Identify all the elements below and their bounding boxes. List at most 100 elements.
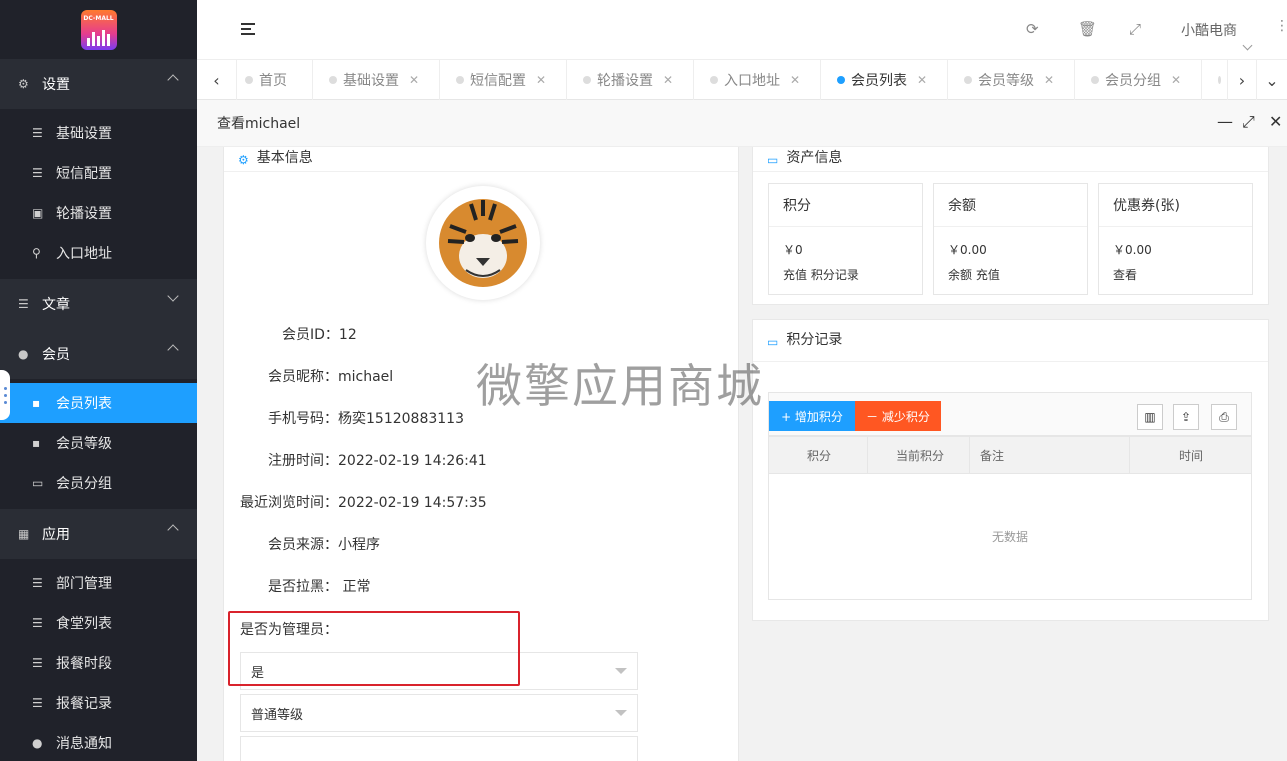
user-name[interactable]: 小酷电商 — [1181, 20, 1237, 40]
list-icon: ☰ — [18, 297, 29, 311]
tab-member-level[interactable]: 会员等级 ✕ — [948, 60, 1075, 100]
sidebar-group-articles[interactable]: ☰ 文章 — [0, 279, 197, 329]
panel-title: 基本信息 — [256, 150, 313, 166]
sidebar-item-departments[interactable]: ☰ 部门管理 — [0, 563, 197, 603]
export-icon[interactable]: ⇪ — [1173, 404, 1199, 430]
level-select[interactable]: 普通等级 — [240, 694, 638, 732]
sidebar-group-apps[interactable]: ▦ 应用 — [0, 509, 197, 559]
list-icon: ☰ — [32, 656, 43, 670]
card-title: 余额 — [934, 184, 1087, 227]
field-source: 会员来源：小程序 — [268, 534, 380, 554]
sidebar-item-member-list[interactable]: ▪ 会员列表 — [0, 383, 197, 423]
close-icon[interactable]: ✕ — [1044, 73, 1054, 87]
close-icon[interactable]: ✕ — [536, 73, 546, 87]
watermark: 微擎应用商城 — [476, 359, 764, 413]
columns-icon[interactable]: ▥ — [1137, 404, 1163, 430]
sidebar-group-label: 文章 — [42, 297, 70, 313]
sidebar-item-label: 部门管理 — [56, 576, 112, 592]
sidebar-item-label: 轮播设置 — [56, 206, 112, 222]
empty-state: 无数据 — [768, 474, 1252, 600]
close-icon[interactable]: ✕ — [917, 73, 927, 87]
refresh-icon[interactable]: ⟳ — [1026, 20, 1039, 38]
tab-overflow[interactable] — [1202, 60, 1227, 100]
sidebar: DC-MALL ⚙ 设置 ☰ 基础设置 ☰ 短信配置 ▣ 轮播设置 ⚲ 入口地址 ☰ 文… — [0, 0, 197, 761]
chevron-up-icon — [167, 524, 179, 536]
close-icon[interactable]: ✕ — [790, 73, 800, 87]
panel-title: 积分记录 — [786, 332, 843, 348]
field-label: 会员昵称： — [268, 369, 338, 385]
panel-header: ▭ 资产信息 — [753, 147, 1268, 172]
list-icon: ☰ — [32, 166, 43, 180]
dialog-body: ⚙ 基本信息 会员ID：12 会员昵称：michael 手机号码：杨奕15120… — [197, 147, 1287, 761]
dropdown-arrow-icon — [615, 668, 627, 674]
print-icon[interactable]: ⎙ — [1211, 404, 1237, 430]
close-icon[interactable]: ✕ — [1269, 112, 1282, 131]
points-card: 积分 ￥0 充值 积分记录 — [768, 183, 923, 295]
sidebar-item-canteens[interactable]: ☰ 食堂列表 — [0, 603, 197, 643]
field-last-visit: 最近浏览时间：2022-02-19 14:57:35 — [240, 492, 487, 512]
tab-member-group[interactable]: 会员分组 ✕ — [1075, 60, 1202, 100]
field-label: 手机号码： — [268, 411, 338, 427]
sidebar-item-notifications[interactable]: ● 消息通知 — [0, 723, 197, 761]
field-label: 会员来源： — [268, 537, 338, 553]
highlight-box — [228, 611, 520, 686]
sidebar-item-member-level[interactable]: ▪ 会员等级 — [0, 423, 197, 463]
close-icon[interactable]: ✕ — [663, 73, 673, 87]
column-header[interactable]: 当前积分 — [896, 437, 944, 473]
sidebar-item-label: 基础设置 — [56, 126, 112, 142]
dialog-title-bar: 查看michael — ⤢ ✕ — [197, 100, 1287, 147]
minimize-icon[interactable]: — — [1217, 112, 1233, 131]
sidebar-item-basic-settings[interactable]: ☰ 基础设置 — [0, 113, 197, 153]
sidebar-group-settings[interactable]: ⚙ 设置 — [0, 59, 197, 109]
sidebar-item-sms-config[interactable]: ☰ 短信配置 — [0, 153, 197, 193]
maximize-icon[interactable]: ⤢ — [1242, 112, 1255, 132]
basic-info-panel: ⚙ 基本信息 会员ID：12 会员昵称：michael 手机号码：杨奕15120… — [223, 147, 739, 761]
tab-sms-config[interactable]: 短信配置 ✕ — [440, 60, 567, 100]
sidebar-item-meal-records[interactable]: ☰ 报餐记录 — [0, 683, 197, 723]
chevron-down-icon[interactable] — [1242, 40, 1253, 51]
tab-basic-settings[interactable]: 基础设置 ✕ — [313, 60, 440, 100]
field-value: 12 — [338, 327, 357, 343]
tab-carousel[interactable]: 轮播设置 ✕ — [567, 60, 694, 100]
panel-header: ⚙ 基本信息 — [224, 147, 738, 172]
reduce-points-button[interactable]: － 减少积分 — [855, 401, 941, 431]
tab-home[interactable]: 首页 — [229, 60, 313, 100]
panel-title: 资产信息 — [786, 150, 843, 166]
menu-toggle-icon[interactable] — [241, 23, 255, 38]
card-value: ￥0 — [783, 243, 803, 257]
tab-scroll-right-icon[interactable]: › — [1227, 60, 1257, 100]
column-header[interactable]: 积分 — [807, 437, 831, 473]
field-value: 2022-02-19 14:57:35 — [338, 495, 487, 511]
sidebar-item-member-group[interactable]: ▭ 会员分组 — [0, 463, 197, 503]
tab-label: 短信配置 — [470, 73, 526, 89]
tab-dropdown-icon[interactable]: ⌄ — [1257, 60, 1287, 100]
sidebar-item-carousel[interactable]: ▣ 轮播设置 — [0, 193, 197, 233]
add-points-button[interactable]: + 增加积分 — [769, 401, 855, 431]
sidebar-group-label: 应用 — [42, 527, 70, 543]
sidebar-item-label: 消息通知 — [56, 736, 112, 752]
field-value: 正常 — [338, 579, 371, 595]
logo[interactable]: DC-MALL — [0, 0, 197, 60]
card-value: ￥0.00 — [948, 243, 987, 257]
card-links[interactable]: 查看 — [1099, 258, 1252, 283]
close-icon[interactable]: ✕ — [409, 73, 419, 87]
sidebar-item-entry-url[interactable]: ⚲ 入口地址 — [0, 233, 197, 273]
tab-member-list[interactable]: 会员列表 ✕ — [821, 60, 948, 100]
assets-panel: ▭ 资产信息 积分 ￥0 充值 积分记录 余额 ￥0.00 余额 充值 优惠券(… — [752, 147, 1269, 305]
column-header[interactable]: 时间 — [1179, 437, 1203, 473]
column-header[interactable]: 备注 — [980, 437, 1004, 473]
more-icon[interactable]: ⋮ — [1275, 18, 1287, 34]
member-dialog: 查看michael — ⤢ ✕ ⚙ 基本信息 会员ID：12 会员昵称：mich… — [197, 100, 1287, 761]
tab-entry-url[interactable]: 入口地址 ✕ — [694, 60, 821, 100]
sidebar-group-members[interactable]: ● 会员 — [0, 329, 197, 379]
tab-bar: ‹ 首页 基础设置 ✕ 短信配置 ✕ 轮播设置 ✕ 入口地址 ✕ 会员列表 ✕ 会员等级 ✕… — [197, 60, 1287, 100]
fullscreen-icon[interactable]: ⤢ — [1129, 20, 1141, 38]
card-links[interactable]: 余额 充值 — [934, 258, 1087, 283]
close-icon[interactable]: ✕ — [1171, 73, 1181, 87]
card-title: 积分 — [769, 184, 922, 227]
sidebar-item-meal-periods[interactable]: ☰ 报餐时段 — [0, 643, 197, 683]
trash-icon[interactable]: 🗑 — [1078, 20, 1097, 38]
card-links[interactable]: 充值 积分记录 — [769, 258, 922, 283]
side-drag-handle[interactable] — [0, 370, 10, 420]
group-select[interactable] — [240, 736, 638, 761]
